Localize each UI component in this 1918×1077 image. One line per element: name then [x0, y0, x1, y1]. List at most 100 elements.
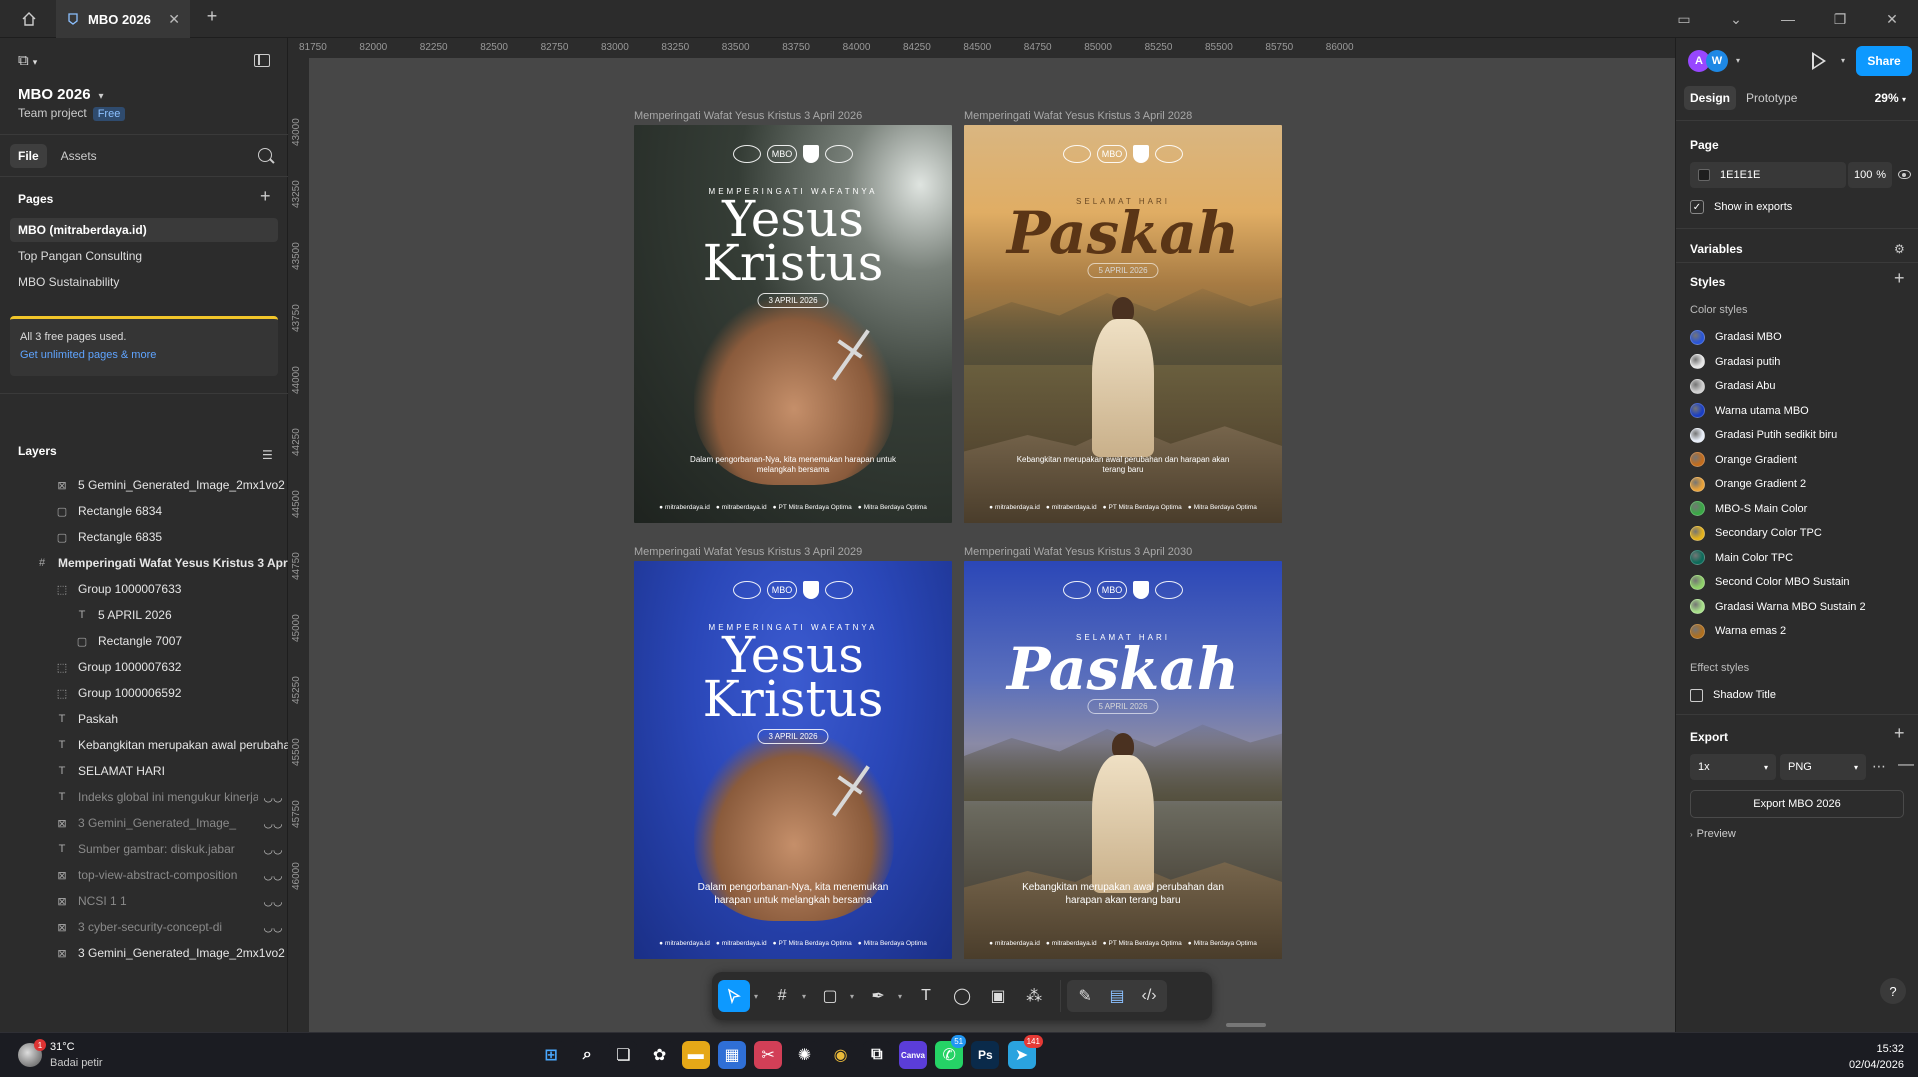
- chrome-app[interactable]: ◉: [826, 1041, 855, 1069]
- color-swatch[interactable]: [1698, 169, 1710, 181]
- effect-style-item[interactable]: Shadow Title: [1690, 683, 1910, 707]
- figma-app[interactable]: ⧉: [862, 1041, 891, 1069]
- microsoft-store-app[interactable]: ▦: [718, 1041, 746, 1069]
- snipping-tool-app[interactable]: ✂: [754, 1041, 783, 1069]
- tab-file[interactable]: File: [10, 144, 47, 168]
- chevron-down-icon[interactable]: ▾: [1736, 56, 1740, 65]
- page-opacity-field[interactable]: 100%: [1848, 162, 1892, 188]
- preview-toggle[interactable]: › Preview: [1690, 828, 1736, 840]
- layer-row[interactable]: ⊠ top-view-abstract-composition ◡◡: [0, 862, 288, 888]
- chevron-down-icon[interactable]: ▾: [1841, 56, 1845, 65]
- color-style-item[interactable]: Secondary Color TPC: [1690, 521, 1910, 545]
- present-icon[interactable]: [1812, 52, 1826, 70]
- layer-row[interactable]: ⬚ Group 1000006592: [0, 680, 288, 706]
- color-style-item[interactable]: Warna utama MBO: [1690, 399, 1910, 423]
- export-format-select[interactable]: PNG ▾: [1780, 754, 1866, 780]
- system-clock[interactable]: 15:32 02/04/2026: [1849, 1041, 1904, 1073]
- export-scale-select[interactable]: 1x ▾: [1690, 754, 1776, 780]
- hidden-eye-icon[interactable]: ◡◡: [258, 895, 288, 908]
- zoom-level[interactable]: 29% ▾: [1875, 91, 1906, 105]
- color-style-item[interactable]: MBO-S Main Color: [1690, 497, 1910, 521]
- poster-frame[interactable]: MBO SELAMAT HARI Paskah 5 APRIL 2026 Kebangk…: [964, 561, 1282, 959]
- layer-row[interactable]: T Sumber gambar: diskuk.jabar ◡◡: [0, 836, 288, 862]
- tab-assets[interactable]: Assets: [53, 144, 105, 168]
- chevron-down-icon[interactable]: ⌄: [1710, 0, 1762, 38]
- file-tab[interactable]: MBO 2026 ✕: [56, 0, 190, 38]
- upgrade-link[interactable]: Get unlimited pages & more: [20, 349, 268, 361]
- remove-export-icon[interactable]: —: [1898, 756, 1914, 774]
- pen-tool[interactable]: ✒: [862, 980, 894, 1012]
- layer-row[interactable]: T Kebangkitan merupakan awal perubahan da…: [0, 732, 288, 758]
- poster-frame[interactable]: MBO MEMPERINGATI WAFATNYA Yesus Kristus 3 AP…: [634, 125, 952, 523]
- frame-label[interactable]: Memperingati Wafat Yesus Kristus 3 April…: [634, 110, 862, 122]
- add-export-icon[interactable]: +: [1894, 723, 1905, 744]
- poster-frame[interactable]: MBO MEMPERINGATI WAFATNYA Yesus Kristus 3 AP…: [634, 561, 952, 959]
- color-style-item[interactable]: Warna emas 2: [1690, 619, 1910, 643]
- show-in-exports-checkbox[interactable]: ✓: [1690, 200, 1704, 214]
- canvas[interactable]: 81750 82000 82250 82500 82750 83000 83250 83500…: [289, 38, 1675, 1032]
- windows-start-app[interactable]: ⊞: [537, 1041, 565, 1069]
- close-window-button[interactable]: ✕: [1866, 0, 1918, 38]
- home-button[interactable]: [14, 6, 44, 32]
- photoshop-app[interactable]: Ps: [971, 1041, 1000, 1069]
- layer-row[interactable]: ⬚ Group 1000007632: [0, 654, 288, 680]
- color-style-item[interactable]: Orange Gradient 2: [1690, 472, 1910, 496]
- layer-row[interactable]: ▢ Rectangle 6834: [0, 498, 288, 524]
- help-button[interactable]: ?: [1880, 978, 1906, 1004]
- avatar[interactable]: W: [1706, 50, 1728, 72]
- chatgpt-app[interactable]: ✺: [790, 1041, 819, 1069]
- page-item[interactable]: MBO (mitraberdaya.id): [10, 218, 278, 242]
- color-style-item[interactable]: Gradasi MBO: [1690, 325, 1910, 349]
- layer-row[interactable]: ⊠ 5 Gemini_Generated_Image_2mx1vo2: [0, 472, 288, 498]
- copilot-app[interactable]: ✿: [645, 1041, 674, 1069]
- hidden-eye-icon[interactable]: ◡◡: [258, 921, 288, 934]
- color-style-item[interactable]: Gradasi Warna MBO Sustain 2: [1690, 595, 1910, 619]
- maximize-button[interactable]: ❐: [1814, 0, 1866, 38]
- offline-files-icon[interactable]: ▭: [1658, 0, 1710, 38]
- weather-temperature[interactable]: 31°C: [50, 1041, 75, 1053]
- plan-badge[interactable]: Free: [92, 107, 126, 121]
- comment-tool[interactable]: ◯: [946, 980, 978, 1012]
- frame-label[interactable]: Memperingati Wafat Yesus Kristus 3 April…: [964, 546, 1192, 558]
- search-icon[interactable]: [258, 148, 272, 162]
- layer-row[interactable]: # Memperingati Wafat Yesus Kristus 3 Apri…: [0, 550, 288, 576]
- hidden-eye-icon[interactable]: ◡◡: [258, 869, 288, 882]
- variables-icon[interactable]: ⚙: [1894, 242, 1905, 256]
- design-mode[interactable]: ▤: [1101, 980, 1133, 1012]
- more-icon[interactable]: ⋯: [1872, 758, 1886, 775]
- main-menu-button[interactable]: ⧉ ▾: [18, 52, 37, 69]
- color-style-item[interactable]: Orange Gradient: [1690, 448, 1910, 472]
- minimize-button[interactable]: —: [1762, 0, 1814, 38]
- share-button[interactable]: Share: [1856, 46, 1912, 76]
- layer-row[interactable]: ⊠ 3 cyber-security-concept-di ◡◡: [0, 914, 288, 940]
- color-style-item[interactable]: Gradasi Putih sedikit biru: [1690, 423, 1910, 447]
- move-tool[interactable]: [718, 980, 750, 1012]
- hidden-eye-icon[interactable]: ◡◡: [258, 817, 288, 830]
- color-style-item[interactable]: Main Color TPC: [1690, 546, 1910, 570]
- add-page-icon[interactable]: +: [260, 186, 271, 207]
- components-tool[interactable]: ⁂: [1018, 980, 1050, 1012]
- canva-app[interactable]: Canva: [899, 1041, 927, 1069]
- layer-row[interactable]: T 5 APRIL 2026: [0, 602, 288, 628]
- add-style-icon[interactable]: +: [1894, 268, 1905, 289]
- layer-row[interactable]: ⊠ 3 Gemini_Generated_Image_ ◡◡: [0, 810, 288, 836]
- task-view-app[interactable]: ❏: [609, 1041, 638, 1069]
- close-tab-icon[interactable]: ✕: [168, 11, 180, 28]
- hidden-eye-icon[interactable]: ◡◡: [258, 843, 288, 856]
- layer-row[interactable]: ▢ Rectangle 7007: [0, 628, 288, 654]
- frame-tool[interactable]: #: [766, 980, 798, 1012]
- layer-row[interactable]: T Paskah: [0, 706, 288, 732]
- toggle-sidebar-icon[interactable]: [254, 54, 270, 67]
- shape-tool[interactable]: ▢: [814, 980, 846, 1012]
- weather-description[interactable]: Badai petir: [50, 1057, 103, 1069]
- color-style-item[interactable]: Gradasi Abu: [1690, 374, 1910, 398]
- layer-row[interactable]: T SELAMAT HARI: [0, 758, 288, 784]
- tab-prototype[interactable]: Prototype: [1740, 86, 1803, 110]
- chevron-down-icon[interactable]: ▾: [850, 992, 854, 1001]
- dev-mode[interactable]: ‹/›: [1133, 980, 1165, 1012]
- layer-row[interactable]: ⊠ 3 Gemini_Generated_Image_2mx1vo2: [0, 940, 288, 966]
- file-explorer-app[interactable]: ▬: [681, 1041, 710, 1069]
- hidden-eye-icon[interactable]: ◡◡: [258, 791, 288, 804]
- draw-mode[interactable]: ✎: [1069, 980, 1101, 1012]
- poster-frame[interactable]: MBO SELAMAT HARI Paskah 5 APRIL 2026 Kebangk…: [964, 125, 1282, 523]
